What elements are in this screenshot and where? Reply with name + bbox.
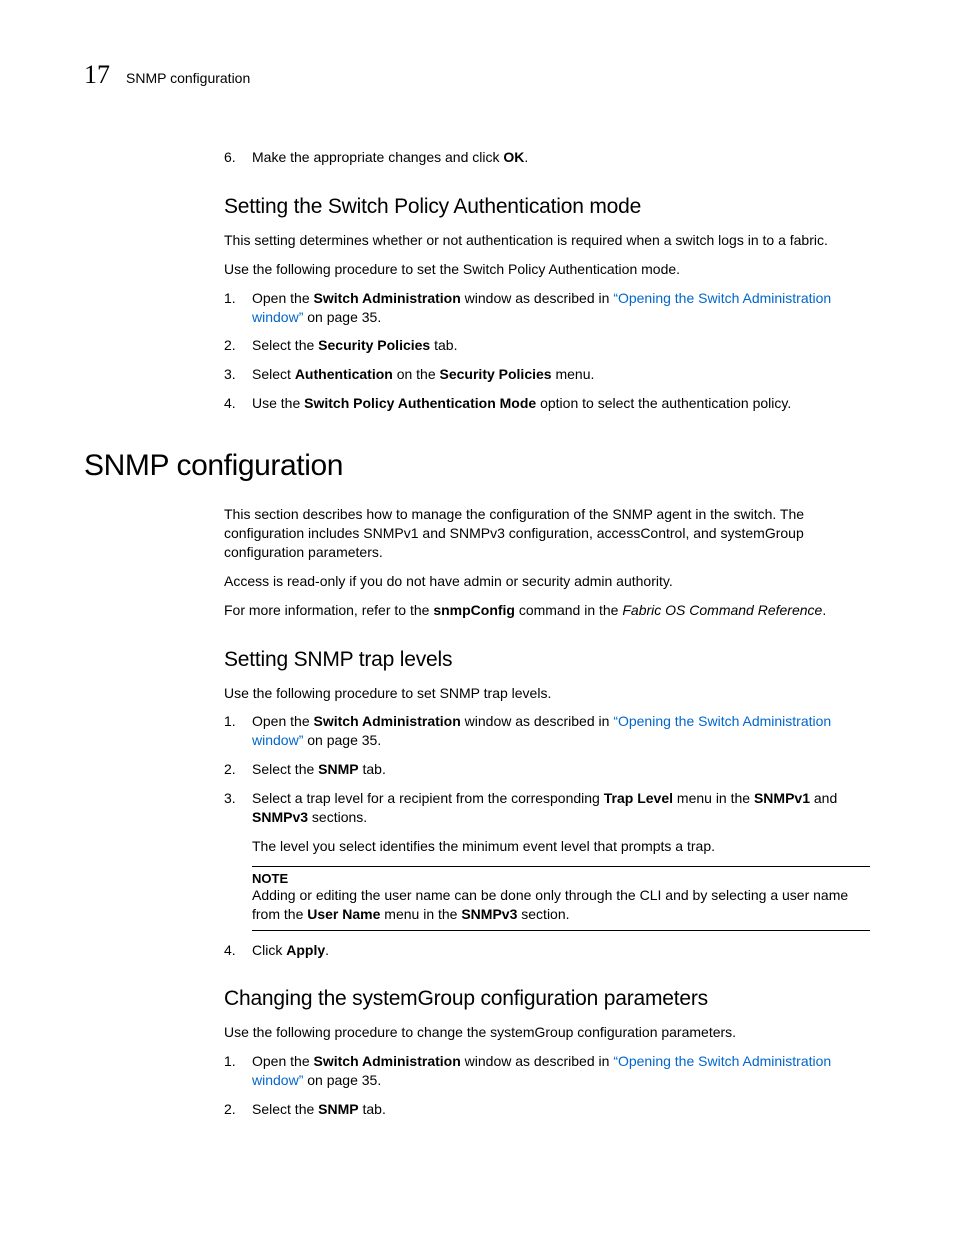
content-column: Make the appropriate changes and click O…: [224, 148, 870, 413]
body-text: Use the following procedure to set the S…: [224, 260, 870, 279]
list-item: Use the Switch Policy Authentication Mod…: [224, 394, 870, 413]
list-item: Open the Switch Administration window as…: [224, 289, 870, 327]
body-text: For more information, refer to the snmpC…: [224, 601, 870, 620]
body-text: This setting determines whether or not a…: [224, 231, 870, 250]
body-text: The level you select identifies the mini…: [252, 837, 870, 856]
note-title: NOTE: [252, 871, 870, 886]
section-heading: Setting the Switch Policy Authentication…: [224, 195, 870, 219]
running-header: 17 SNMP configuration: [84, 60, 870, 90]
section-heading: Changing the systemGroup configuration p…: [224, 987, 870, 1011]
body-text: Use the following procedure to set SNMP …: [224, 684, 870, 703]
body-text: Access is read-only if you do not have a…: [224, 572, 870, 591]
procedure-list: Open the Switch Administration window as…: [224, 1052, 870, 1119]
procedure-list: Open the Switch Administration window as…: [224, 712, 870, 826]
list-item: Select a trap level for a recipient from…: [224, 789, 870, 827]
note-body: Adding or editing the user name can be d…: [252, 886, 870, 924]
continued-list: Click Apply.: [224, 941, 870, 960]
note-block: NOTE Adding or editing the user name can…: [252, 866, 870, 931]
list-item: Select the Security Policies tab.: [224, 336, 870, 355]
list-item: Click Apply.: [224, 941, 870, 960]
procedure-list: Open the Switch Administration window as…: [224, 289, 870, 413]
body-text: This section describes how to manage the…: [224, 505, 870, 562]
chapter-label: SNMP configuration: [126, 70, 250, 86]
section-heading: Setting SNMP trap levels: [224, 648, 870, 672]
chapter-number: 17: [84, 60, 110, 90]
list-item: Select Authentication on the Security Po…: [224, 365, 870, 384]
page: 17 SNMP configuration Make the appropria…: [0, 0, 954, 1189]
list-item: Open the Switch Administration window as…: [224, 712, 870, 750]
body-text: Use the following procedure to change th…: [224, 1023, 870, 1042]
list-item: Open the Switch Administration window as…: [224, 1052, 870, 1090]
list-item: Select the SNMP tab.: [224, 1100, 870, 1119]
list-item: Select the SNMP tab.: [224, 760, 870, 779]
list-item: Make the appropriate changes and click O…: [224, 148, 870, 167]
content-column: This section describes how to manage the…: [224, 505, 870, 1119]
main-heading: SNMP configuration: [84, 449, 870, 483]
continued-list: Make the appropriate changes and click O…: [224, 148, 870, 167]
